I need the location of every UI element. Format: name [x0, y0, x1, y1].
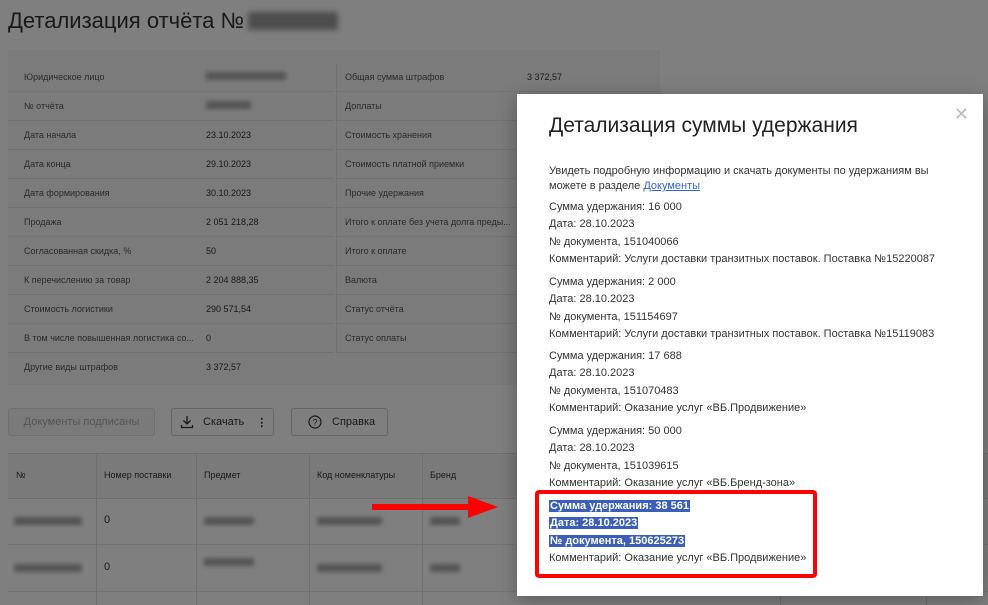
close-icon[interactable]: ✕ — [954, 104, 969, 125]
modal-title: Детализация суммы удержания — [549, 114, 858, 137]
deduction-entry: Сумма удержания: 50 000 Дата: 28.10.2023… — [549, 425, 796, 489]
modal-intro: Увидеть подробную информацию и скачать д… — [549, 165, 929, 192]
deduction-entry: Сумма удержания: 16 000 Дата: 28.10.2023… — [549, 201, 936, 265]
deduction-entry: Сумма удержания: 17 688 Дата: 28.10.2023… — [549, 350, 807, 414]
documents-link[interactable]: Документы — [643, 180, 700, 192]
annotation-highlight-box — [535, 490, 817, 578]
deduction-entry: Сумма удержания: 2 000 Дата: 28.10.2023 … — [549, 276, 935, 340]
annotation-arrow-icon — [372, 496, 498, 518]
